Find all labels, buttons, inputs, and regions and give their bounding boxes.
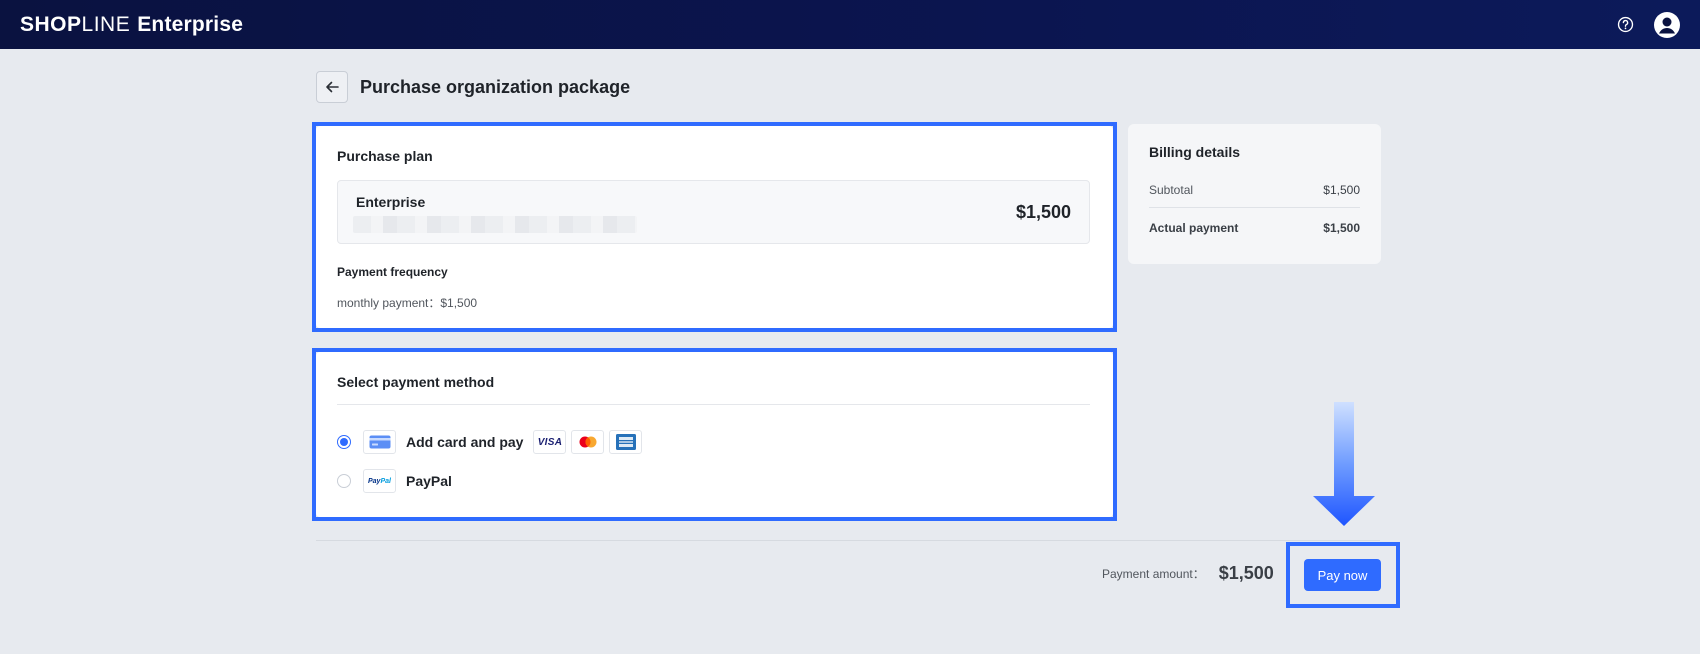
pay-now-highlight <box>1286 542 1400 608</box>
logo-main: SHOP <box>20 12 82 36</box>
payment-amount: Payment amount： $1,500 <box>1102 563 1274 584</box>
billing-title: Billing details <box>1149 144 1241 160</box>
actual-payment-row: Actual payment $1,500 <box>1149 221 1360 235</box>
billing-details-card: Billing details Subtotal $1,500 Actual p… <box>1128 124 1381 264</box>
top-bar: SHOPLINE Enterprise <box>0 0 1700 49</box>
subtotal-label: Subtotal <box>1149 183 1194 197</box>
account-avatar-icon[interactable] <box>1654 11 1680 38</box>
purchase-plan-highlight <box>312 122 1117 332</box>
payment-method-highlight <box>312 348 1117 521</box>
logo-suffix: Enterprise <box>137 12 244 36</box>
subtotal-row: Subtotal $1,500 <box>1149 183 1360 208</box>
subtotal-value: $1,500 <box>1323 183 1360 197</box>
payment-amount-label: Payment amount： <box>1102 567 1205 581</box>
down-arrow-annotation-icon <box>1313 402 1375 526</box>
shopline-logo[interactable]: SHOPLINE Enterprise <box>20 13 243 37</box>
back-button[interactable] <box>316 71 348 103</box>
payment-amount-value: $1,500 <box>1218 563 1274 583</box>
page-header: Purchase organization package <box>316 71 630 103</box>
actual-payment-value: $1,500 <box>1323 221 1360 235</box>
logo-thin: LINE <box>81 12 131 36</box>
arrow-left-icon <box>326 81 339 93</box>
help-icon[interactable] <box>1617 16 1634 33</box>
page-title: Purchase organization package <box>360 76 631 97</box>
footer-divider <box>316 540 1380 541</box>
actual-payment-label: Actual payment <box>1149 221 1239 235</box>
